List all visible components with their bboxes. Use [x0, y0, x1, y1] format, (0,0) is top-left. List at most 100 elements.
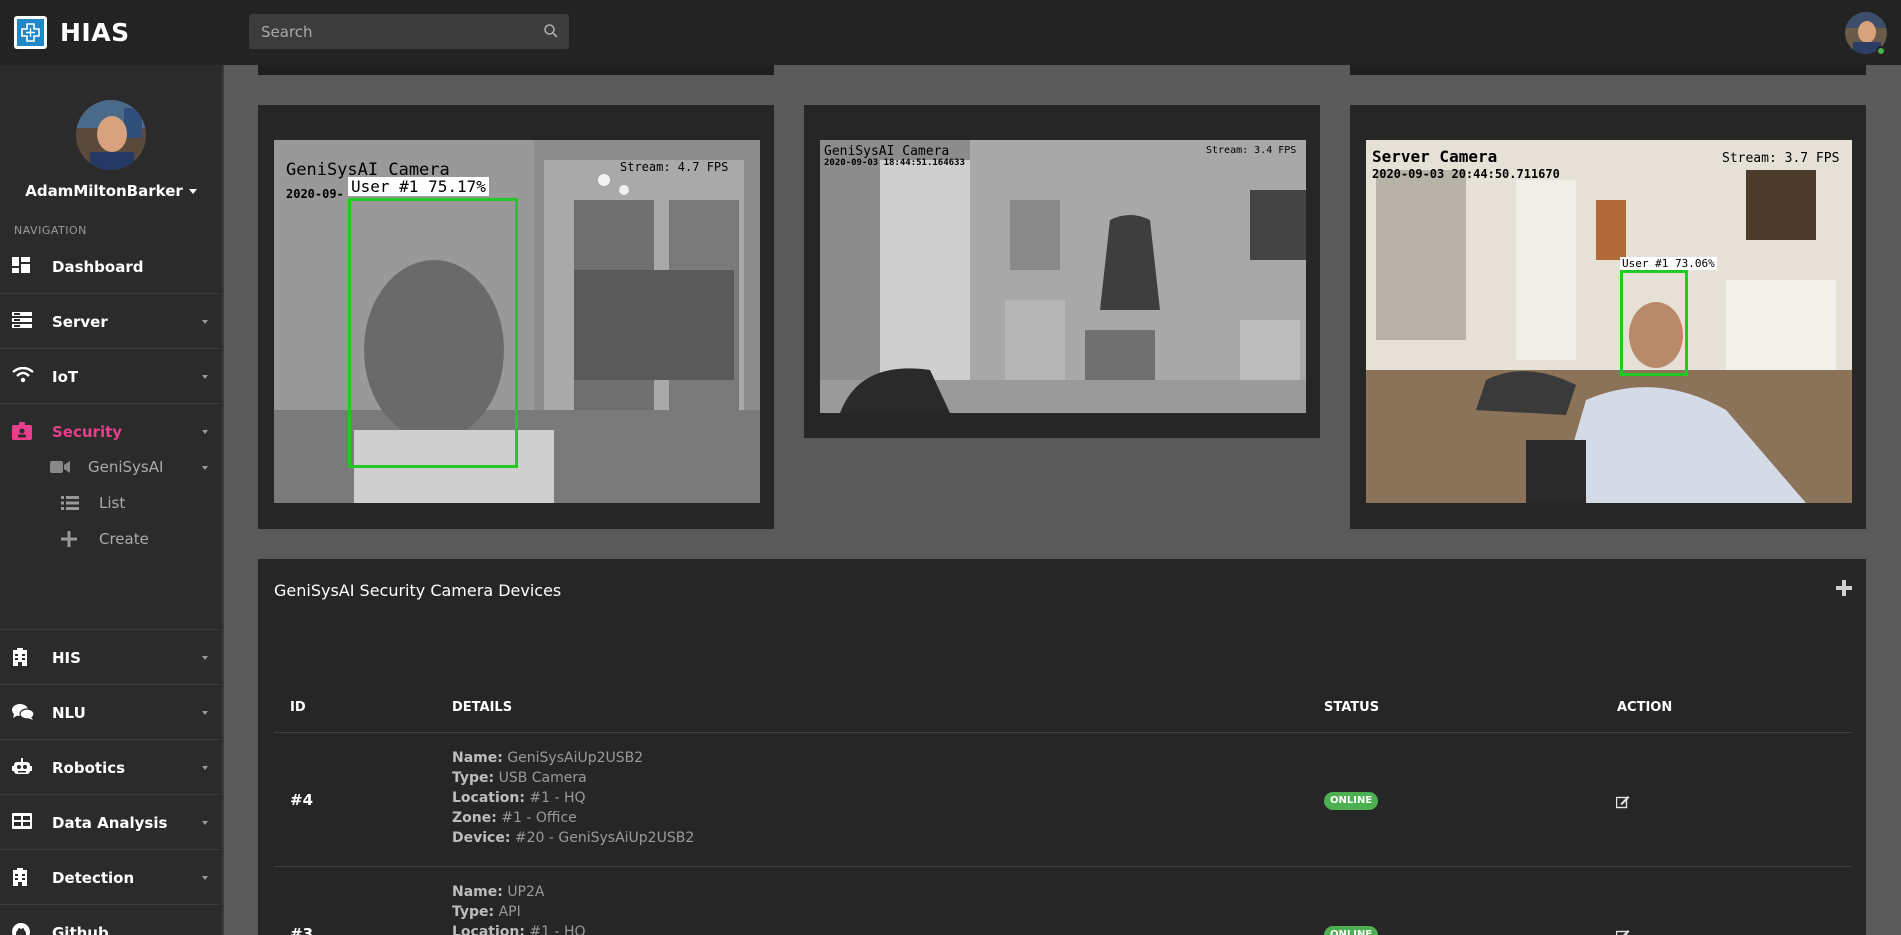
- github-icon: [12, 923, 34, 935]
- wifi-icon: [12, 366, 34, 387]
- row-divider: [274, 866, 1852, 867]
- sidebar-item-dashboard[interactable]: Dashboard: [0, 240, 222, 294]
- chevron-down-icon: [202, 430, 208, 434]
- device-linked: #20 - GeniSysAiUp2USB2: [514, 830, 695, 846]
- device-id: #3: [290, 925, 314, 935]
- chevron-down-icon: [202, 466, 208, 470]
- camera-stream-1[interactable]: GeniSysAI Camera 2020-09- Stream: 4.7 FP…: [274, 140, 760, 503]
- robot-icon: [12, 758, 34, 778]
- table-header-divider: [274, 732, 1852, 733]
- status-badge: ONLINE: [1324, 926, 1379, 935]
- edit-icon[interactable]: [1615, 794, 1630, 809]
- sidebar-subitem-label: List: [99, 494, 126, 512]
- sidebar-item-his[interactable]: HIS: [0, 631, 222, 685]
- sidebar-item-robotics[interactable]: Robotics: [0, 741, 222, 795]
- nav-heading: NAVIGATION: [14, 224, 87, 237]
- face-detection-box: [1620, 270, 1688, 376]
- detail-label: Name:: [452, 750, 503, 766]
- sidebar-item-label: HIS: [52, 649, 81, 667]
- online-status-dot: [1876, 46, 1886, 56]
- camera-fps-overlay: Stream: 3.4 FPS: [1206, 145, 1297, 156]
- chevron-down-icon: [202, 656, 208, 660]
- chat-icon: [12, 703, 35, 723]
- chevron-down-icon: [202, 876, 208, 880]
- devices-panel: GeniSysAI Security Camera Devices ID DET…: [258, 559, 1866, 935]
- camera-stream-2[interactable]: GeniSysAI Camera 2020-09-03 18:44:51.164…: [820, 140, 1306, 413]
- detail-label: Zone:: [452, 810, 497, 826]
- list-icon: [61, 495, 81, 511]
- video-camera-icon: [50, 459, 70, 475]
- device-type: USB Camera: [498, 770, 587, 786]
- device-zone: #1 - Office: [501, 810, 577, 826]
- sidebar-item-data-analysis[interactable]: Data Analysis: [0, 796, 222, 850]
- search-input[interactable]: [261, 14, 531, 49]
- camera-timestamp-overlay: 2020-09-: [286, 187, 344, 201]
- face-detection-box: [348, 198, 518, 468]
- sidebar-subitem-create[interactable]: Create: [0, 521, 222, 557]
- camera-panel-3: Server Camera 2020-09-03 20:44:50.711670…: [1350, 105, 1866, 529]
- edit-icon[interactable]: [1615, 928, 1630, 935]
- sidebar-item-label: NLU: [52, 704, 86, 722]
- panel-gap: [804, 65, 1320, 75]
- detail-label: Device:: [452, 830, 511, 846]
- user-menu[interactable]: AdamMiltonBarker: [0, 182, 222, 200]
- sidebar-subitem-label: GeniSysAI: [88, 458, 164, 476]
- device-details: Name: UP2A Type: API Location: #1 - HQ: [452, 882, 586, 935]
- detail-label: Type:: [452, 904, 495, 920]
- chevron-down-icon: [202, 375, 208, 379]
- sidebar-item-security[interactable]: Security GeniSysAI List Create: [0, 405, 222, 630]
- camera-title-overlay: Server Camera: [1372, 147, 1498, 166]
- sidebar-item-github[interactable]: Github: [0, 906, 222, 935]
- user-name: AdamMiltonBarker: [25, 182, 183, 200]
- camera-stream-3[interactable]: Server Camera 2020-09-03 20:44:50.711670…: [1366, 140, 1852, 503]
- id-badge-icon: [12, 422, 34, 442]
- chevron-down-icon: [188, 189, 197, 194]
- sidebar-subitem-genisysai[interactable]: GeniSysAI: [0, 449, 222, 485]
- camera-timestamp-overlay: 2020-09-03 20:44:50.711670: [1372, 167, 1560, 181]
- plus-icon: [61, 531, 81, 547]
- top-bar: HIAS: [0, 0, 1901, 65]
- detail-label: Type:: [452, 770, 495, 786]
- sidebar-item-detection[interactable]: Detection: [0, 851, 222, 905]
- sidebar-item-label: Github: [52, 924, 109, 935]
- sidebar-subitem-list[interactable]: List: [0, 485, 222, 521]
- column-header-details: DETAILS: [452, 700, 513, 715]
- user-avatar[interactable]: [76, 100, 146, 170]
- panel-top-edge: [1350, 65, 1866, 75]
- detail-label: Location:: [452, 790, 525, 806]
- detail-label: Name:: [452, 884, 503, 900]
- sidebar-item-server[interactable]: Server: [0, 295, 222, 349]
- chevron-down-icon: [202, 711, 208, 715]
- chevron-down-icon: [202, 821, 208, 825]
- search-box: [249, 14, 569, 49]
- devices-title: GeniSysAI Security Camera Devices: [274, 581, 562, 600]
- camera-panel-1: GeniSysAI Camera 2020-09- Stream: 4.7 FP…: [258, 105, 774, 529]
- device-type: API: [498, 904, 521, 920]
- hospital-icon: [12, 648, 34, 668]
- search-icon[interactable]: [543, 23, 559, 43]
- app-title[interactable]: HIAS: [60, 18, 130, 47]
- device-name: GeniSysAiUp2USB2: [507, 750, 644, 766]
- sidebar-item-label: Detection: [52, 869, 135, 887]
- sidebar-item-nlu[interactable]: NLU: [0, 686, 222, 740]
- plus-icon: [1836, 580, 1852, 596]
- device-location: #1 - HQ: [529, 790, 586, 806]
- sidebar-item-label: Data Analysis: [52, 814, 168, 832]
- detection-icon: [12, 868, 34, 888]
- panel-top-edge: [258, 65, 774, 75]
- camera-panel-2: GeniSysAI Camera 2020-09-03 18:44:51.164…: [804, 105, 1320, 438]
- sidebar-item-label: Server: [52, 313, 108, 331]
- sidebar-item-label: Robotics: [52, 759, 126, 777]
- hias-logo-icon[interactable]: [14, 16, 47, 49]
- chevron-down-icon: [202, 766, 208, 770]
- detection-label: User #1 73.06%: [1620, 257, 1717, 270]
- device-id: #4: [290, 791, 314, 809]
- status-badge: ONLINE: [1324, 792, 1379, 810]
- column-header-id: ID: [290, 700, 306, 715]
- camera-fps-overlay: Stream: 3.7 FPS: [1722, 151, 1840, 166]
- sidebar-item-iot[interactable]: IoT: [0, 350, 222, 404]
- dashboard-icon: [12, 257, 34, 277]
- add-device-button[interactable]: [1836, 579, 1852, 601]
- column-header-action: ACTION: [1617, 700, 1673, 715]
- chevron-down-icon: [202, 320, 208, 324]
